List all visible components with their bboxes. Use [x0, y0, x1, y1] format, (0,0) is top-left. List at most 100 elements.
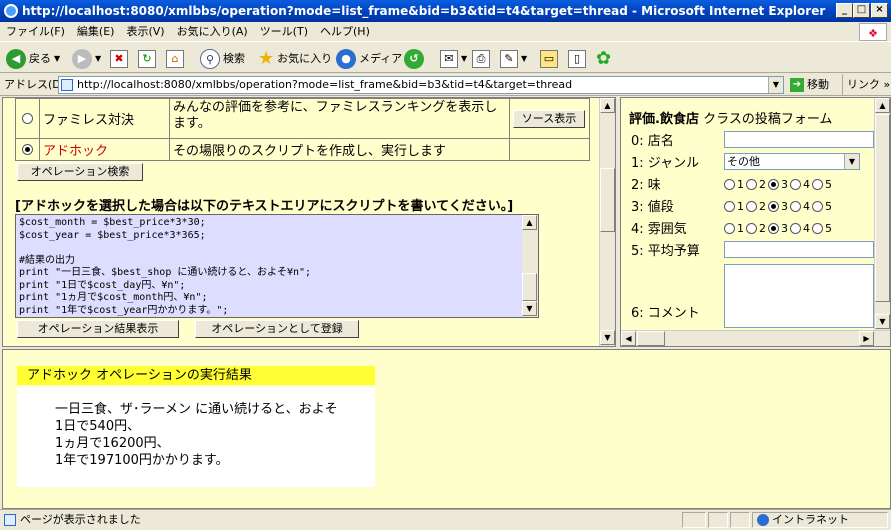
go-arrow-icon: ➔ — [790, 78, 804, 92]
menu-favorites[interactable]: お気に入り(A) — [171, 22, 254, 42]
address-url: http://localhost:8080/xmlbbs/operation?m… — [77, 78, 573, 91]
menu-edit[interactable]: 編集(E) — [71, 22, 121, 42]
scroll-left-icon[interactable]: ◀ — [621, 331, 636, 346]
operation-desc: その場限りのスクリプトを作成し、実行します — [169, 138, 510, 161]
scroll-up-icon[interactable]: ▲ — [522, 215, 537, 230]
radio-5[interactable] — [812, 223, 823, 234]
result-frame: アドホック オペレーションの実行結果 一日三食、ザ･ラーメン に通い続けると、お… — [2, 349, 891, 509]
media-label: メディア — [359, 52, 403, 65]
maximize-button[interactable]: □ — [853, 3, 870, 18]
page-icon — [61, 79, 73, 91]
scroll-down-icon[interactable]: ▼ — [600, 330, 615, 345]
result-line: 一日三食、ザ･ラーメン に通い続けると、およそ — [55, 402, 338, 417]
operation-radio-famires[interactable] — [22, 113, 33, 124]
address-input[interactable]: http://localhost:8080/xmlbbs/operation?m… — [58, 76, 784, 94]
media-button[interactable]: ● メディア — [336, 48, 402, 70]
minimize-button[interactable]: _ — [836, 3, 853, 18]
operation-radio-adhoc[interactable] — [22, 144, 33, 155]
scroll-down-icon[interactable]: ▼ — [875, 314, 890, 329]
field-label: 2: 味 — [631, 178, 661, 193]
search-icon: ⚲ — [200, 49, 220, 69]
history-button[interactable]: ↺ — [404, 48, 424, 70]
script-textarea[interactable]: $cost_month = $best_price*3*30; $cost_yea… — [15, 214, 539, 318]
go-button[interactable]: ➔ 移動 — [790, 76, 829, 94]
edit-button[interactable]: ✎ ▼ — [500, 48, 527, 70]
intranet-icon — [757, 514, 769, 526]
forward-arrow-icon: ▶ — [72, 49, 92, 69]
radio-3[interactable] — [768, 223, 779, 234]
radio-3[interactable] — [768, 179, 779, 190]
print-button[interactable]: ⎙ — [472, 48, 490, 70]
chevron-down-icon[interactable]: ▼ — [768, 77, 783, 93]
scroll-down-icon[interactable]: ▼ — [522, 301, 537, 316]
menu-file[interactable]: ファイル(F) — [0, 22, 71, 42]
field-label: 4: 雰囲気 — [631, 222, 687, 237]
forward-button[interactable]: ▶ ▼ — [72, 48, 101, 70]
right-frame-hscrollbar[interactable]: ◀ ▶ — [621, 330, 890, 346]
left-frame-scrollbar[interactable]: ▲ ▼ — [599, 98, 615, 346]
budget-input[interactable] — [724, 241, 874, 258]
radio-4[interactable] — [790, 223, 801, 234]
scroll-thumb[interactable] — [600, 168, 615, 232]
radio-5[interactable] — [812, 201, 823, 212]
stop-button[interactable]: ✖ — [110, 48, 128, 70]
scroll-up-icon[interactable]: ▲ — [600, 98, 615, 113]
result-line: 1日で540円、 — [55, 419, 141, 434]
scroll-up-icon[interactable]: ▲ — [875, 98, 890, 113]
close-button[interactable]: × — [871, 3, 888, 18]
run-operation-button[interactable]: オペレーション結果表示 — [17, 320, 179, 338]
radio-1[interactable] — [724, 201, 735, 212]
search-button[interactable]: ⚲ 検索 — [200, 48, 245, 70]
menu-view[interactable]: 表示(V) — [120, 22, 170, 42]
windows-logo-icon: ❖ — [859, 23, 887, 41]
back-label: 戻る — [29, 52, 51, 65]
scroll-thumb[interactable] — [637, 331, 665, 346]
radio-4[interactable] — [790, 179, 801, 190]
textarea-scrollbar[interactable]: ▲ ▼ — [522, 215, 538, 317]
star-icon: ★ — [258, 48, 275, 69]
view-source-button[interactable]: ソース表示 — [513, 109, 585, 128]
script-line: print "1ヵ月で$cost_month円、¥n"; — [19, 292, 208, 303]
messenger-button[interactable]: ▯ — [568, 48, 586, 70]
script-line: $cost_year = $best_price*3*365; — [19, 229, 206, 241]
chevron-down-icon: ▼ — [54, 54, 61, 63]
field-label: 0: 店名 — [631, 134, 674, 149]
home-button[interactable]: ⌂ — [166, 48, 184, 70]
radio-2[interactable] — [746, 179, 757, 190]
radio-2[interactable] — [746, 201, 757, 212]
discuss-button[interactable]: ▭ — [540, 48, 558, 70]
scroll-right-icon[interactable]: ▶ — [859, 331, 874, 346]
genre-select[interactable]: その他 ▼ — [724, 153, 860, 170]
back-arrow-icon: ◀ — [6, 49, 26, 69]
favorites-button[interactable]: ★ お気に入り — [258, 48, 332, 70]
script-line: $cost_month = $best_price*3*30; — [19, 217, 206, 228]
table-row: アドホック その場限りのスクリプトを作成し、実行します — [15, 138, 590, 161]
operation-search-button[interactable]: オペレーション検索 — [17, 163, 143, 181]
radio-5[interactable] — [812, 179, 823, 190]
menu-help[interactable]: ヘルプ(H) — [314, 22, 376, 42]
refresh-icon: ↻ — [138, 50, 156, 68]
shop-name-input[interactable] — [724, 131, 874, 148]
mail-button[interactable]: ✉ ▼ — [440, 48, 467, 70]
radio-3[interactable] — [768, 201, 779, 212]
operation-name: アドホック — [39, 138, 170, 161]
radio-1[interactable] — [724, 179, 735, 190]
links-button[interactable]: リンク » — [842, 74, 890, 96]
radio-1[interactable] — [724, 223, 735, 234]
scroll-thumb[interactable] — [875, 114, 890, 302]
radio-2[interactable] — [746, 223, 757, 234]
comment-textarea[interactable] — [724, 264, 874, 328]
window-title: http://localhost:8080/xmlbbs/operation?m… — [22, 4, 826, 18]
refresh-button[interactable]: ↻ — [138, 48, 156, 70]
chevron-down-icon: ▼ — [95, 54, 102, 63]
menu-tools[interactable]: ツール(T) — [254, 22, 314, 42]
register-operation-button[interactable]: オペレーションとして登録 — [195, 320, 359, 338]
icq-button[interactable]: ✿ — [596, 48, 611, 70]
field-label: 3: 値段 — [631, 200, 674, 215]
search-label: 検索 — [223, 52, 245, 65]
back-button[interactable]: ◀ 戻る ▼ — [6, 48, 60, 70]
radio-4[interactable] — [790, 201, 801, 212]
field-label: 5: 平均予算 — [631, 244, 700, 259]
right-frame-scrollbar[interactable]: ▲ ▼ — [874, 98, 890, 330]
scroll-thumb[interactable] — [522, 273, 537, 301]
